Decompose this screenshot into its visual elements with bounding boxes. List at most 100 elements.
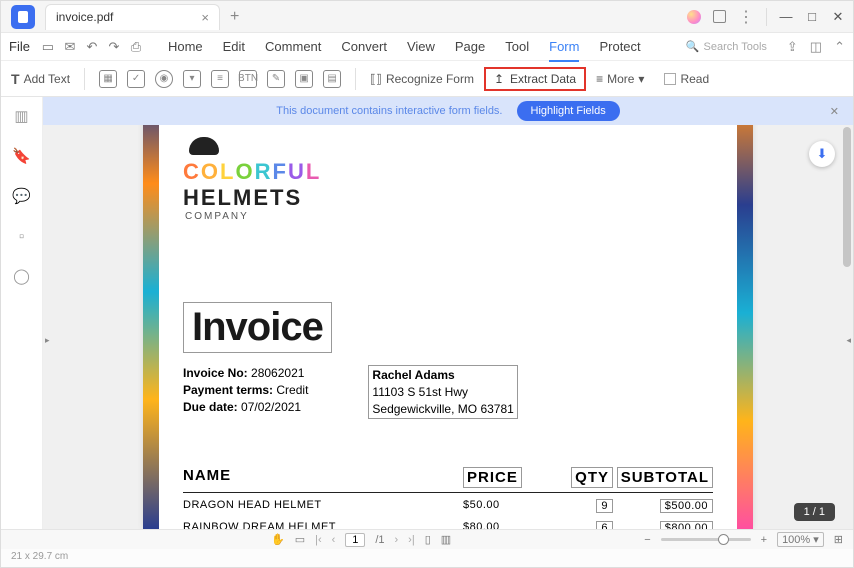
app-icon — [11, 5, 35, 29]
page-decoration-right — [737, 97, 753, 529]
menu-edit[interactable]: Edit — [223, 39, 245, 55]
view-continuous-icon[interactable]: ▥ — [441, 533, 451, 546]
due-label: Due date: — [183, 400, 238, 414]
form-toolbar: T Add Text ▦ ✓ ◉ ▾ ≡ BTN ✎ ▣ ▤ ⟦⟧ Recogn… — [1, 61, 853, 97]
mail-icon[interactable]: ✉ — [62, 39, 78, 55]
pdf-page: COLORFUL HELMETS COMPANY Invoice Invoice… — [143, 97, 753, 529]
zoom-out-button[interactable]: − — [644, 534, 650, 546]
print-icon[interactable]: ⎙ — [128, 39, 144, 55]
th-qty[interactable]: QTY — [571, 467, 613, 488]
bookmarks-icon[interactable]: 🔖 — [13, 147, 31, 165]
menu-form[interactable]: Form — [549, 39, 579, 62]
terms-label: Payment terms: — [183, 383, 273, 397]
kebab-menu-icon[interactable]: ⋮ — [738, 7, 754, 27]
zoom-knob[interactable] — [718, 534, 729, 545]
scrollbar-thumb[interactable] — [843, 127, 851, 267]
close-tab-icon[interactable]: × — [201, 10, 209, 25]
last-page-button[interactable]: ›| — [408, 534, 415, 546]
attachments-icon[interactable]: ▫ — [13, 227, 31, 245]
table-row: RAINBOW DREAM HELMET $80.00 6 $800.00 — [183, 515, 713, 529]
menu-page[interactable]: Page — [455, 39, 485, 55]
menu-home[interactable]: Home — [168, 39, 203, 55]
redo-icon[interactable]: ↷ — [106, 39, 122, 55]
next-page-button[interactable]: › — [395, 534, 399, 546]
close-banner-icon[interactable]: ✕ — [830, 105, 839, 118]
export-icon[interactable]: ⇪ — [787, 39, 798, 55]
logo-company: COMPANY — [185, 211, 713, 222]
customer-name: Rachel Adams — [372, 368, 454, 382]
cloud-icon[interactable]: ◫ — [810, 39, 822, 55]
search-tools[interactable]: 🔍 Search Tools — [686, 40, 767, 53]
hand-tool-icon[interactable]: ✋ — [271, 533, 285, 546]
highlight-fields-button[interactable]: Highlight Fields — [517, 101, 620, 121]
text-icon: T — [11, 71, 20, 87]
minimize-button[interactable]: — — [779, 9, 793, 24]
signature-field-icon[interactable]: ✎ — [267, 70, 285, 88]
thumbnails-icon[interactable]: ▥ — [13, 107, 31, 125]
document-tab[interactable]: invoice.pdf × — [45, 4, 220, 30]
button-field-icon[interactable]: BTN — [239, 70, 257, 88]
download-button[interactable]: ⬇ — [809, 141, 835, 167]
list-field-icon[interactable]: ≡ — [211, 70, 229, 88]
fit-screen-icon[interactable]: ⊞ — [834, 533, 843, 546]
cell-qty[interactable]: 6 — [596, 521, 613, 529]
radio-field-icon[interactable]: ◉ — [155, 70, 173, 88]
main-menus: Home Edit Comment Convert View Page Tool… — [168, 39, 641, 55]
page-input[interactable] — [345, 533, 365, 547]
undo-icon[interactable]: ↶ — [84, 39, 100, 55]
read-label: Read — [680, 72, 709, 86]
th-subtotal[interactable]: SUBTOTAL — [617, 467, 713, 488]
zoom-value[interactable]: 100% ▾ — [777, 532, 824, 547]
share-icon[interactable] — [713, 10, 726, 23]
add-text-button[interactable]: T Add Text — [11, 71, 70, 87]
recognize-form-button[interactable]: ⟦⟧ Recognize Form — [370, 72, 474, 86]
cell-qty[interactable]: 9 — [596, 499, 613, 513]
checkbox-field-icon[interactable]: ✓ — [127, 70, 145, 88]
due-value: 07/02/2021 — [241, 400, 301, 414]
page-total: /1 — [375, 534, 384, 546]
close-window-button[interactable]: ✕ — [831, 9, 845, 25]
dropdown-field-icon[interactable]: ▾ — [183, 70, 201, 88]
customer-box[interactable]: Rachel Adams 11103 S 51st Hwy Sedgewickv… — [368, 365, 517, 419]
cell-name: RAINBOW DREAM HELMET — [183, 521, 463, 529]
logo-colorful: COLORFUL — [183, 159, 713, 185]
menu-convert[interactable]: Convert — [341, 39, 387, 55]
zoom-in-button[interactable]: + — [761, 534, 767, 546]
status-bar: ✋ ▭ |‹ ‹ /1 › ›| ▯ ▥ − + 100% ▾ ⊞ — [1, 529, 853, 549]
prev-page-button[interactable]: ‹ — [332, 534, 336, 546]
first-page-button[interactable]: |‹ — [315, 534, 322, 546]
table-row: DRAGON HEAD HELMET $50.00 9 $500.00 — [183, 493, 713, 515]
maximize-button[interactable]: □ — [805, 9, 819, 24]
read-toggle[interactable]: Read — [664, 72, 709, 86]
vertical-scrollbar[interactable] — [843, 127, 851, 525]
save-icon[interactable]: ▭ — [40, 39, 56, 55]
menu-protect[interactable]: Protect — [599, 39, 640, 55]
zoom-slider[interactable] — [661, 538, 751, 541]
field-select-icon[interactable]: ▦ — [99, 70, 117, 88]
menu-view[interactable]: View — [407, 39, 435, 55]
search-panel-icon[interactable]: ◯ — [13, 267, 31, 285]
cell-subtotal[interactable]: $800.00 — [660, 521, 713, 529]
file-menu[interactable]: File — [9, 39, 30, 54]
more-icon: ≡ — [596, 72, 603, 86]
invoice-table: NAME PRICE QTY SUBTOTAL DRAGON HEAD HELM… — [183, 467, 713, 529]
new-tab-button[interactable]: + — [230, 8, 239, 26]
cell-subtotal[interactable]: $500.00 — [660, 499, 713, 513]
invoice-title[interactable]: Invoice — [183, 302, 332, 353]
select-tool-icon[interactable]: ▭ — [295, 533, 305, 546]
expand-icon[interactable]: ⌃ — [834, 39, 845, 55]
more-button[interactable]: ≡ More ▾ — [596, 72, 644, 86]
terms-value: Credit — [276, 383, 308, 397]
document-canvas: This document contains interactive form … — [43, 97, 853, 529]
th-price[interactable]: PRICE — [463, 467, 522, 488]
invoice-meta: Invoice No: 28062021 Payment terms: Cred… — [183, 365, 713, 419]
date-field-icon[interactable]: ▤ — [323, 70, 341, 88]
view-single-icon[interactable]: ▯ — [425, 533, 431, 546]
menu-tool[interactable]: Tool — [505, 39, 529, 55]
left-margin-handle[interactable]: ▸ — [45, 335, 50, 346]
extract-data-button[interactable]: ↥ Extract Data — [484, 67, 586, 91]
image-field-icon[interactable]: ▣ — [295, 70, 313, 88]
menu-comment[interactable]: Comment — [265, 39, 321, 55]
comments-icon[interactable]: 💬 — [13, 187, 31, 205]
gem-icon[interactable] — [687, 10, 701, 24]
